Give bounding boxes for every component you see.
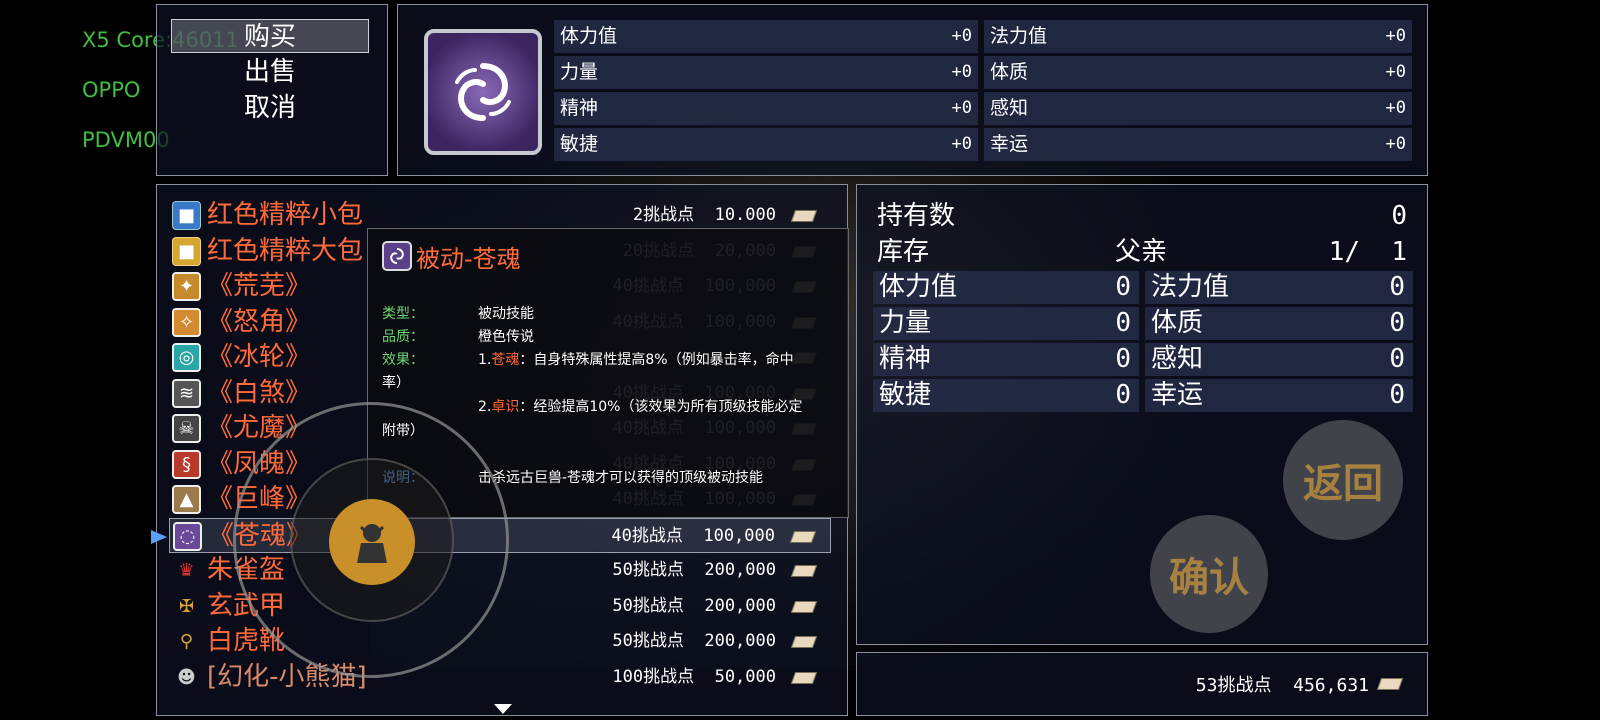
coin-icon bbox=[789, 530, 817, 543]
item-name: 红色精粹小包 bbox=[207, 200, 364, 230]
item-name: 《怒角》 bbox=[207, 306, 312, 337]
info-mp: 法力值 0 bbox=[1145, 271, 1413, 304]
tooltip-quality-value: 橙色传说 bbox=[478, 329, 534, 345]
selected-skill-icon bbox=[424, 29, 542, 155]
skill-fengpo-icon: § bbox=[172, 449, 201, 479]
skill-binglun-icon: ◎ bbox=[172, 343, 201, 372]
tooltip-type-label: 类型： bbox=[382, 306, 424, 322]
stat-hp-bonus: 体力值 +0 bbox=[554, 20, 978, 53]
info-hp: 体力值 0 bbox=[873, 271, 1139, 304]
coin-icon bbox=[790, 600, 818, 613]
skill-youmo-icon: ☠ bbox=[172, 414, 201, 443]
back-button[interactable]: 返回 bbox=[1283, 420, 1403, 540]
cancel-command[interactable]: 取消 bbox=[171, 91, 369, 125]
item-price: 40挑战点 100,000 bbox=[611, 525, 775, 546]
tooltip-effect1-tail: 率） bbox=[382, 375, 410, 391]
skill-huangwu-icon: ✦ bbox=[172, 272, 201, 301]
item-name: 《荒芜》 bbox=[207, 271, 312, 301]
currency-text: 53挑战点 456,631 bbox=[1195, 675, 1369, 696]
skill-jufeng-icon: ▲ bbox=[172, 485, 201, 514]
currency-window: 53挑战点 456,631 bbox=[856, 652, 1428, 716]
item-price: 50挑战点 200,000 bbox=[612, 560, 776, 580]
info-per: 感知 0 bbox=[1145, 343, 1413, 376]
panda-icon: ☻ bbox=[177, 666, 196, 688]
helmet-icon: ♛ bbox=[178, 560, 195, 581]
stat-str-bonus: 力量 +0 bbox=[554, 56, 978, 89]
tooltip-effect2: 2.卓识：经验提高10%（该效果为所有顶级技能必定 bbox=[478, 399, 803, 415]
owned-value: 0 bbox=[1391, 201, 1407, 231]
info-str: 力量 0 bbox=[873, 307, 1139, 340]
confirm-button[interactable]: 确认 bbox=[1150, 515, 1268, 633]
gold-cube-icon: ■ bbox=[172, 236, 201, 266]
stock-owner: 父亲 bbox=[1115, 237, 1168, 267]
stat-luck-bonus: 幸运 +0 bbox=[984, 128, 1412, 161]
buy-command[interactable]: 购买 bbox=[171, 19, 369, 53]
stock-label: 库存 bbox=[877, 237, 930, 267]
stat-mp-bonus: 法力值 +0 bbox=[984, 20, 1412, 53]
tooltip-effect1: 1.苍魂：自身特殊属性提高8%（例如暴击率，命中 bbox=[478, 352, 794, 368]
boots-icon: ⚲ bbox=[179, 631, 194, 652]
item-price: 50挑战点 200,000 bbox=[612, 631, 776, 651]
sell-command[interactable]: 出售 bbox=[171, 55, 369, 89]
tooltip-swirl-icon bbox=[382, 241, 412, 271]
item-name: 红色精粹大包 bbox=[207, 235, 364, 266]
stat-per-bonus: 感知 +0 bbox=[984, 92, 1412, 125]
coin-icon bbox=[790, 636, 818, 648]
command-menu: 购买 出售 取消 bbox=[156, 4, 388, 176]
selection-cursor-icon bbox=[151, 530, 167, 544]
info-luck: 幸运 0 bbox=[1145, 379, 1413, 412]
scroll-down-icon[interactable] bbox=[494, 704, 512, 714]
stat-spi-bonus: 精神 +0 bbox=[554, 92, 978, 125]
joystick-knob[interactable] bbox=[329, 499, 415, 585]
swirl-icon bbox=[455, 63, 511, 121]
item-name: 《白煞》 bbox=[207, 377, 312, 408]
shop-item-row[interactable]: ☻ [幻化-小熊猫] 100挑战点 50,000 bbox=[169, 660, 831, 695]
item-name: 《冰轮》 bbox=[207, 342, 312, 372]
stat-con-bonus: 体质 +0 bbox=[984, 56, 1412, 89]
skill-canghun-icon: ◌ bbox=[173, 521, 202, 551]
equip-stats-window: 体力值 +0 力量 +0 精神 +0 敏捷 +0 法力值 +0 体质 +0 感知 +0 幸运 +… bbox=[397, 4, 1428, 176]
skill-nujiao-icon: ✧ bbox=[172, 307, 201, 337]
tooltip-quality-label: 品质： bbox=[382, 329, 424, 345]
info-agi: 敏捷 0 bbox=[873, 379, 1139, 412]
coin-icon bbox=[790, 565, 818, 577]
stock-value: 1/ 1 bbox=[1328, 237, 1407, 267]
coin-icon bbox=[1376, 678, 1404, 690]
tooltip-note-value: 击杀远古巨兽-苍魂才可以获得的顶级被动技能 bbox=[478, 470, 764, 486]
blue-cube-icon: ■ bbox=[172, 201, 201, 230]
armor-icon: ✠ bbox=[178, 595, 195, 617]
tooltip-type-value: 被动技能 bbox=[478, 306, 534, 322]
debug-brand-text: OPPO bbox=[82, 78, 141, 102]
character-silhouette-icon bbox=[357, 524, 387, 563]
coin-icon bbox=[790, 210, 818, 222]
stat-agi-bonus: 敏捷 +0 bbox=[554, 128, 978, 161]
tooltip-title: 被动-苍魂 bbox=[416, 245, 521, 273]
coin-icon bbox=[790, 671, 818, 684]
owned-label: 持有数 bbox=[877, 201, 956, 231]
item-price: 100挑战点 50,000 bbox=[612, 666, 776, 687]
skill-baisha-icon: ≋ bbox=[172, 378, 201, 408]
info-spi: 精神 0 bbox=[873, 343, 1139, 376]
item-info-window: 持有数 0 库存 父亲 1/ 1 体力值 0 力量 0 精神 0 敏捷 0 法力值 0 体… bbox=[856, 184, 1428, 645]
item-price: 50挑战点 200,000 bbox=[612, 595, 776, 616]
tooltip-effect-label: 效果： bbox=[382, 352, 424, 368]
info-con: 体质 0 bbox=[1145, 307, 1413, 340]
